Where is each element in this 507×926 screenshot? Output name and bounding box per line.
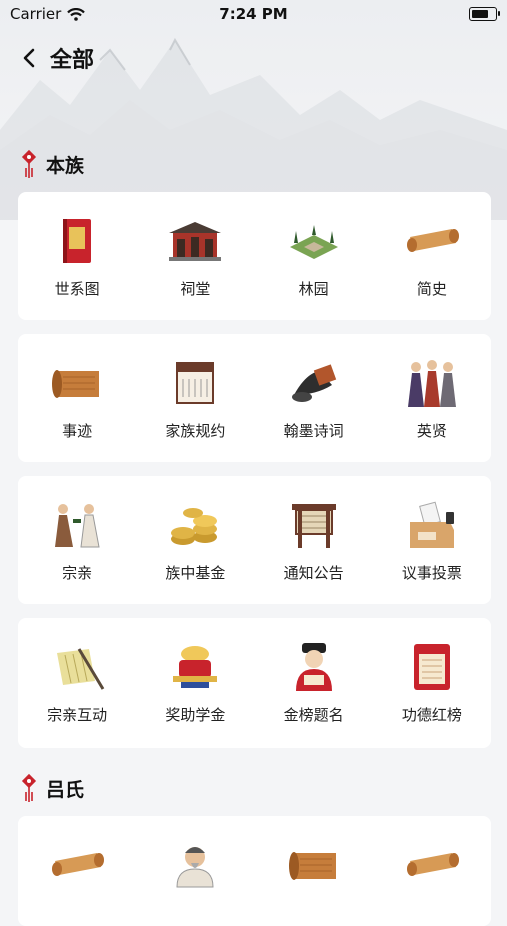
bamboo-letter-brush-icon xyxy=(47,640,107,694)
gold-coins-icon xyxy=(165,498,225,552)
red-honor-board-icon xyxy=(402,640,462,694)
ballot-box-icon xyxy=(402,498,462,552)
menu-card-5 xyxy=(18,816,491,926)
notice-board-icon xyxy=(284,498,344,552)
menu-card-2: 事迹 家族规约 翰墨诗词 英贤 xyxy=(18,334,491,462)
item-ancestral-hall[interactable]: 祠堂 xyxy=(140,214,250,299)
item-scholarship[interactable]: 奖助学金 xyxy=(140,640,250,725)
status-bar: Carrier 7:24 PM xyxy=(0,0,507,28)
item-family-tree[interactable]: 世系图 xyxy=(22,214,132,299)
open-scroll-icon xyxy=(47,356,107,410)
clan-relatives-icon xyxy=(47,498,107,552)
nav-bar: 全部 xyxy=(0,36,507,80)
sages-group-icon xyxy=(402,356,462,410)
open-scroll-icon xyxy=(284,838,344,892)
item-lv-open-scroll[interactable] xyxy=(259,838,369,892)
wifi-icon xyxy=(67,7,86,21)
section-title: 本族 xyxy=(46,154,85,177)
ancestral-hall-icon xyxy=(165,214,225,268)
cemetery-garden-icon xyxy=(284,214,344,268)
back-button[interactable] xyxy=(12,41,46,75)
carrier-label: Carrier xyxy=(10,5,62,23)
scroll-icon xyxy=(402,214,462,268)
item-family-rules[interactable]: 家族规约 xyxy=(140,356,250,441)
item-sages[interactable]: 英贤 xyxy=(377,356,487,441)
item-clan-interaction[interactable]: 宗亲互动 xyxy=(22,640,132,725)
family-rules-sign-icon xyxy=(165,356,225,410)
battery-icon xyxy=(469,7,500,21)
item-deeds[interactable]: 事迹 xyxy=(22,356,132,441)
item-ink-poetry[interactable]: 翰墨诗词 xyxy=(259,356,369,441)
chevron-left-icon xyxy=(23,48,35,68)
family-tree-book-icon xyxy=(47,214,107,268)
page-title: 全部 xyxy=(50,48,95,73)
ink-brush-poetry-icon xyxy=(284,356,344,410)
section-title: 吕氏 xyxy=(46,778,85,801)
scroll-icon xyxy=(47,838,107,892)
scholar-hat-icon xyxy=(165,640,225,694)
chinese-knot-icon xyxy=(21,149,37,178)
chinese-knot-icon xyxy=(21,773,37,802)
scroll-icon xyxy=(402,838,462,892)
menu-card-3: 宗亲 族中基金 通知公告 议事投票 xyxy=(18,476,491,604)
item-lv-ancestor[interactable] xyxy=(140,838,250,892)
item-clan-fund[interactable]: 族中基金 xyxy=(140,498,250,583)
item-gold-list[interactable]: 金榜题名 xyxy=(259,640,369,725)
menu-card-1: 世系图 祠堂 林园 简史 xyxy=(18,192,491,320)
item-merit-board[interactable]: 功德红榜 xyxy=(377,640,487,725)
item-notice-board[interactable]: 通知公告 xyxy=(259,498,369,583)
item-lv-scroll-2[interactable] xyxy=(377,838,487,892)
menu-card-4: 宗亲互动 奖助学金 金榜题名 功德红榜 xyxy=(18,618,491,748)
section-header-benzu: 本族 xyxy=(18,148,84,180)
item-clan-relatives[interactable]: 宗亲 xyxy=(22,498,132,583)
section-header-lvshi: 吕氏 xyxy=(18,772,84,804)
item-cemetery-garden[interactable]: 林园 xyxy=(259,214,369,299)
item-lv-scroll[interactable] xyxy=(22,838,132,892)
item-brief-history[interactable]: 简史 xyxy=(377,214,487,299)
top-scholar-icon xyxy=(284,640,344,694)
ancestor-portrait-icon xyxy=(165,838,225,892)
item-council-vote[interactable]: 议事投票 xyxy=(377,498,487,583)
